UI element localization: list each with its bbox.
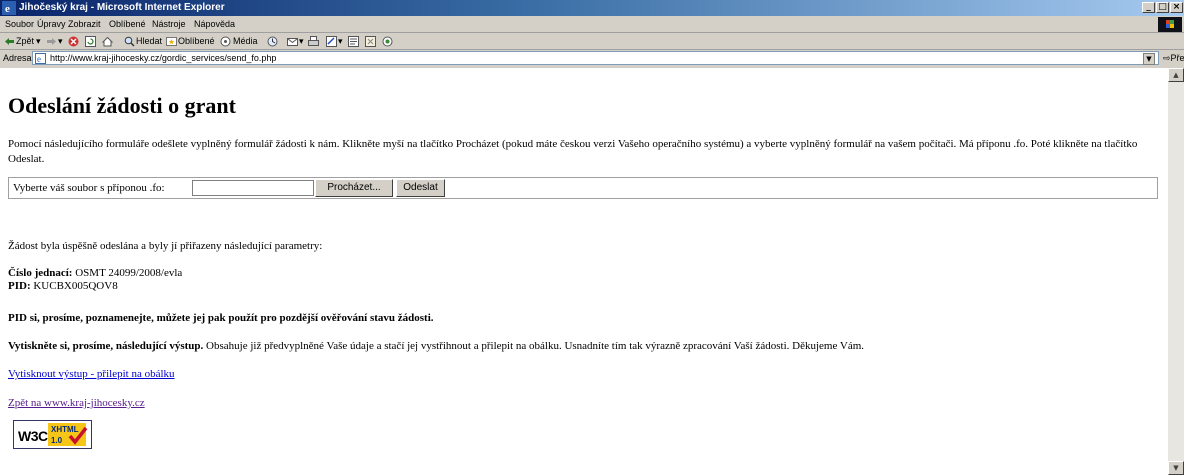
- back-arrow-icon[interactable]: [4, 36, 15, 47]
- favorites-icon[interactable]: [166, 36, 177, 47]
- menu-napoveda[interactable]: Nápověda: [194, 19, 235, 29]
- reference-label: Číslo jednací:: [8, 267, 73, 279]
- menu-oblibene[interactable]: Oblíbené: [109, 19, 146, 29]
- scroll-up-icon[interactable]: ▲: [1168, 68, 1184, 82]
- xhtml-badge-text: XHTML: [51, 425, 79, 434]
- go-arrow-icon: ⇨: [1163, 53, 1171, 63]
- print-instructions-bold: Vytiskněte si, prosíme, následující výst…: [8, 340, 204, 352]
- menu-nastroje[interactable]: Nástroje: [152, 19, 186, 29]
- back-link[interactable]: Zpět na www.kraj-jihocesky.cz: [8, 397, 145, 409]
- menu-zobrazit[interactable]: Zobrazit: [68, 19, 101, 29]
- ie-logo-icon: e: [2, 1, 16, 15]
- print-link[interactable]: Vytisknout výstup - přilepit na obálku: [8, 368, 175, 380]
- media-icon[interactable]: [220, 36, 231, 47]
- history-icon[interactable]: [267, 36, 278, 47]
- print-icon[interactable]: [308, 36, 319, 47]
- browse-button[interactable]: Procházet...: [315, 179, 393, 197]
- pid-line: PID: KUCBX005QOV8: [8, 279, 118, 294]
- success-message: Žádost byla úspěšně odeslána a byly jí p…: [8, 240, 323, 252]
- maximize-button[interactable]: □: [1156, 2, 1169, 13]
- stop-icon[interactable]: [68, 36, 79, 47]
- windows-logo-icon: [1158, 17, 1182, 32]
- toolbar: Zpět ▾ ▾ Hledat Oblíbené Média ▾ ▾: [0, 34, 1184, 50]
- search-icon[interactable]: [124, 36, 135, 47]
- forward-arrow-icon[interactable]: [46, 36, 57, 47]
- forward-dropdown-icon[interactable]: ▾: [58, 36, 63, 47]
- w3c-xhtml-badge[interactable]: W3C XHTML 1.0: [13, 420, 92, 449]
- media-button[interactable]: Média: [233, 36, 258, 46]
- discuss-icon[interactable]: [348, 36, 359, 47]
- address-bar: Adresa e http://www.kraj-jihocesky.cz/go…: [0, 50, 1184, 66]
- page-icon: e: [35, 53, 46, 64]
- back-button[interactable]: Zpět: [16, 36, 34, 46]
- minimize-button[interactable]: _: [1142, 2, 1155, 13]
- address-url[interactable]: http://www.kraj-jihocesky.cz/gordic_serv…: [50, 53, 276, 63]
- menu-bar: Soubor Úpravy Zobrazit Oblíbené Nástroje…: [0, 16, 1184, 33]
- address-label: Adresa: [3, 53, 32, 63]
- address-dropdown-icon[interactable]: ▼: [1143, 53, 1155, 65]
- pid-note: PID si, prosíme, poznamenejte, můžete je…: [8, 312, 434, 324]
- close-button[interactable]: ×: [1170, 2, 1183, 13]
- go-label: Přejít: [1170, 53, 1184, 63]
- edit-dropdown-icon[interactable]: ▾: [338, 36, 343, 47]
- print-link-row: Vytisknout výstup - přilepit na obálku: [8, 367, 175, 382]
- search-button[interactable]: Hledat: [136, 36, 162, 46]
- back-link-row: Zpět na www.kraj-jihocesky.cz: [8, 396, 145, 411]
- refresh-icon[interactable]: [85, 36, 96, 47]
- vertical-scrollbar[interactable]: ▲ ▼: [1168, 68, 1184, 475]
- file-label: Vyberte váš soubor s příponou .fo:: [13, 182, 165, 194]
- mail-dropdown-icon[interactable]: ▾: [299, 36, 304, 47]
- scroll-down-icon[interactable]: ▼: [1168, 461, 1184, 475]
- upload-form: Vyberte váš soubor s příponou .fo: Proch…: [8, 177, 1158, 199]
- home-icon[interactable]: [102, 36, 113, 47]
- menu-soubor[interactable]: Soubor: [5, 19, 34, 29]
- pid-value: KUCBX005QOV8: [33, 280, 118, 292]
- research-icon[interactable]: [365, 36, 376, 47]
- submit-button[interactable]: Odeslat: [396, 179, 445, 197]
- print-instructions-text: Obsahuje již předvyplněné Vaše údaje a s…: [206, 340, 865, 352]
- svg-text:e: e: [37, 54, 41, 64]
- go-button[interactable]: ⇨Přejít: [1163, 53, 1184, 64]
- messenger-icon[interactable]: [382, 36, 393, 47]
- svg-text:e: e: [5, 3, 10, 15]
- back-dropdown-icon[interactable]: ▾: [36, 36, 41, 47]
- intro-paragraph: Pomocí následujícího formuláře odešlete …: [8, 138, 1138, 165]
- xhtml-version-text: 1.0: [51, 436, 63, 445]
- pid-label: PID:: [8, 280, 31, 292]
- file-path-input[interactable]: [192, 180, 314, 196]
- reference-value: OSMT 24099/2008/evla: [75, 267, 183, 279]
- page-title: Odeslání žádosti o grant: [8, 93, 236, 118]
- mail-icon[interactable]: [287, 36, 298, 47]
- page-viewport: Odeslání žádosti o grant Pomocí následuj…: [0, 68, 1168, 475]
- window-title: Jihočeský kraj - Microsoft Internet Expl…: [19, 2, 225, 13]
- menu-upravy[interactable]: Úpravy: [37, 19, 66, 29]
- favorites-button[interactable]: Oblíbené: [178, 36, 215, 46]
- address-input[interactable]: e http://www.kraj-jihocesky.cz/gordic_se…: [32, 51, 1159, 65]
- print-instructions: Vytiskněte si, prosíme, následující výst…: [8, 339, 1158, 354]
- w3c-badge-text: W3C: [18, 428, 48, 444]
- title-bar: e Jihočeský kraj - Microsoft Internet Ex…: [0, 0, 1184, 16]
- edit-icon[interactable]: [326, 36, 337, 47]
- w3c-badge-graphic: W3C XHTML 1.0: [14, 421, 91, 448]
